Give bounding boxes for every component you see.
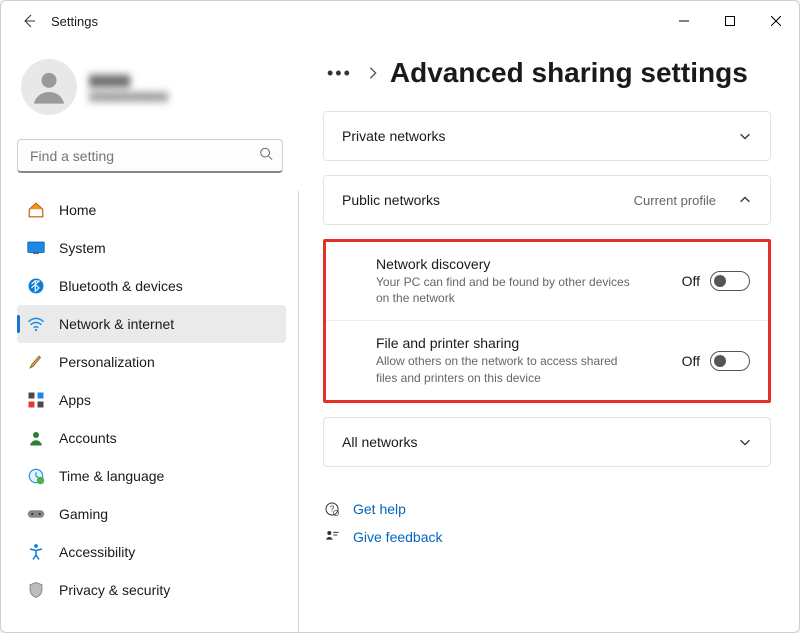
panel-private-head[interactable]: Private networks: [324, 112, 770, 160]
sidebar-item-system[interactable]: System: [17, 229, 286, 267]
feedback-icon: [323, 529, 341, 545]
sidebar-item-accounts[interactable]: Accounts: [17, 419, 286, 457]
sidebar: ▮▮▮▮▮ ▮▮▮▮▮▮▮▮▮▮▮▮ Home System: [1, 41, 299, 632]
panel-private-networks: Private networks: [323, 111, 771, 161]
chevron-right-icon: [366, 66, 380, 80]
profile-sub: ▮▮▮▮▮▮▮▮▮▮▮▮: [89, 89, 168, 103]
arrow-left-icon: [21, 13, 37, 29]
window-controls: [661, 1, 799, 41]
shield-icon: [27, 581, 45, 599]
sidebar-item-gaming[interactable]: Gaming: [17, 495, 286, 533]
toggle-state: Off: [682, 353, 700, 369]
panel-title: Private networks: [342, 128, 445, 144]
sidebar-item-personalization[interactable]: Personalization: [17, 343, 286, 381]
wifi-icon: [27, 315, 45, 333]
page-title: Advanced sharing settings: [390, 57, 748, 89]
sidebar-item-label: Accessibility: [59, 544, 135, 560]
current-profile-badge: Current profile: [634, 193, 716, 208]
close-icon: [771, 16, 781, 26]
minimize-button[interactable]: [661, 1, 707, 41]
search-icon: [259, 147, 273, 166]
highlighted-settings: Network discovery Your PC can find and b…: [323, 239, 771, 403]
feedback-link-row: Give feedback: [323, 523, 771, 551]
setting-network-discovery: Network discovery Your PC can find and b…: [326, 242, 768, 320]
chevron-up-icon: [738, 193, 752, 207]
toggle-state: Off: [682, 273, 700, 289]
clock-icon: [27, 467, 45, 485]
settings-window: Settings ▮▮▮▮▮ ▮▮▮▮▮▮▮▮▮▮▮▮: [0, 0, 800, 633]
main-content: ••• Advanced sharing settings Private ne…: [299, 41, 799, 632]
breadcrumb: ••• Advanced sharing settings: [323, 57, 771, 89]
panel-all-networks: All networks: [323, 417, 771, 467]
panel-all-head[interactable]: All networks: [324, 418, 770, 466]
sidebar-item-label: Gaming: [59, 506, 108, 522]
sidebar-item-label: Home: [59, 202, 96, 218]
gaming-icon: [27, 505, 45, 523]
help-link-row: ? Get help: [323, 495, 771, 523]
account-icon: [27, 429, 45, 447]
sidebar-item-label: Personalization: [59, 354, 155, 370]
sidebar-item-label: Apps: [59, 392, 91, 408]
sidebar-item-apps[interactable]: Apps: [17, 381, 286, 419]
give-feedback-link[interactable]: Give feedback: [353, 529, 443, 545]
sidebar-item-bluetooth[interactable]: Bluetooth & devices: [17, 267, 286, 305]
chevron-down-icon: [738, 129, 752, 143]
sidebar-item-label: Accounts: [59, 430, 117, 446]
panel-public-head[interactable]: Public networks Current profile: [324, 176, 770, 224]
accessibility-icon: [27, 543, 45, 561]
setting-file-printer-sharing: File and printer sharing Allow others on…: [326, 320, 768, 399]
toggle-file-printer-sharing[interactable]: [710, 351, 750, 371]
titlebar: Settings: [1, 1, 799, 41]
apps-icon: [27, 391, 45, 409]
window-title: Settings: [51, 14, 98, 29]
minimize-icon: [679, 16, 689, 26]
breadcrumb-ellipsis[interactable]: •••: [323, 63, 356, 84]
chevron-down-icon: [738, 435, 752, 449]
help-icon: ?: [323, 501, 341, 517]
setting-desc: Your PC can find and be found by other d…: [376, 274, 636, 306]
profile-block[interactable]: ▮▮▮▮▮ ▮▮▮▮▮▮▮▮▮▮▮▮: [17, 51, 299, 131]
maximize-icon: [725, 16, 735, 26]
setting-desc: Allow others on the network to access sh…: [376, 353, 636, 385]
maximize-button[interactable]: [707, 1, 753, 41]
sidebar-item-label: Privacy & security: [59, 582, 170, 598]
panel-title: Public networks: [342, 192, 440, 208]
brush-icon: [27, 353, 45, 371]
sidebar-item-label: System: [59, 240, 106, 256]
sidebar-item-time[interactable]: Time & language: [17, 457, 286, 495]
sidebar-item-label: Network & internet: [59, 316, 174, 332]
nav-list: Home System Bluetooth & devices Network …: [17, 191, 299, 632]
search-input[interactable]: [17, 139, 283, 173]
back-button[interactable]: [13, 5, 45, 37]
avatar: [21, 59, 77, 115]
setting-title: File and printer sharing: [376, 335, 636, 351]
sidebar-item-label: Bluetooth & devices: [59, 278, 183, 294]
close-button[interactable]: [753, 1, 799, 41]
search-box[interactable]: [17, 139, 283, 173]
sidebar-item-label: Time & language: [59, 468, 164, 484]
sidebar-item-privacy[interactable]: Privacy & security: [17, 571, 286, 609]
person-icon: [29, 67, 69, 107]
svg-text:?: ?: [330, 504, 335, 513]
setting-title: Network discovery: [376, 256, 636, 272]
system-icon: [27, 239, 45, 257]
panel-title: All networks: [342, 434, 417, 450]
profile-name: ▮▮▮▮▮: [89, 71, 168, 89]
get-help-link[interactable]: Get help: [353, 501, 406, 517]
profile-text: ▮▮▮▮▮ ▮▮▮▮▮▮▮▮▮▮▮▮: [89, 71, 168, 103]
home-icon: [27, 201, 45, 219]
panel-public-networks: Public networks Current profile: [323, 175, 771, 225]
toggle-network-discovery[interactable]: [710, 271, 750, 291]
sidebar-item-home[interactable]: Home: [17, 191, 286, 229]
sidebar-item-accessibility[interactable]: Accessibility: [17, 533, 286, 571]
sidebar-item-network[interactable]: Network & internet: [17, 305, 286, 343]
bluetooth-icon: [27, 277, 45, 295]
